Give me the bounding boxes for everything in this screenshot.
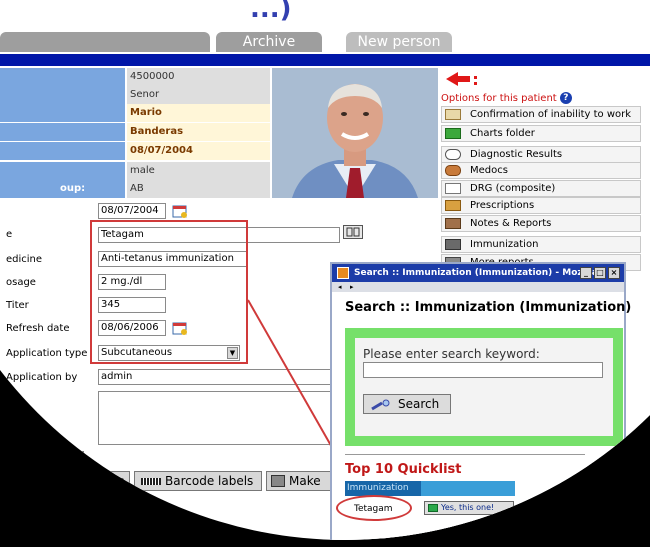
popup-body: Search :: Immunization (Immunization) Pl… [332,292,631,540]
search-frame: Please enter search keyword: Search [345,328,623,446]
search-button[interactable]: Search [363,394,451,414]
search-keyword-input[interactable] [363,362,603,378]
search-button-label: Search [398,397,440,411]
highlight-oval [336,495,412,521]
check-icon [428,504,438,512]
magnifier-lens: ...) Archive New person 4500000 Senor Ma… [0,0,650,540]
minimize-icon[interactable]: _ [580,267,592,279]
yes-button-label: Yes, this one! [441,503,495,512]
yes-this-one-button[interactable]: Yes, this one! [424,501,514,515]
quicklist-header: Immunization [345,481,421,496]
app-content: ...) Archive New person 4500000 Senor Ma… [0,0,650,540]
popup-window-title: Search :: Immunization (Immunization) - … [354,268,598,278]
popup-nav-bar: ◂ ▸ [332,282,624,292]
mozilla-icon [337,267,349,279]
popup-title-bar: Search :: Immunization (Immunization) - … [332,264,624,282]
nav-back-icon[interactable]: ◂ [338,283,342,291]
quicklist-title: Top 10 Quicklist [345,462,462,477]
search-popup-window: Search :: Immunization (Immunization) - … [330,262,631,540]
popup-heading: Search :: Immunization (Immunization) [345,300,632,315]
magnifier-icon [370,398,392,411]
quicklist-header-bar: Immunization [345,481,515,496]
screenshot-stage: ...) Archive New person 4500000 Senor Ma… [0,0,650,547]
search-prompt: Please enter search keyword: [363,347,540,361]
nav-forward-icon[interactable]: ▸ [350,283,354,291]
maximize-icon[interactable]: □ [594,267,606,279]
close-icon[interactable]: × [608,267,620,279]
quicklist-divider [345,454,585,455]
